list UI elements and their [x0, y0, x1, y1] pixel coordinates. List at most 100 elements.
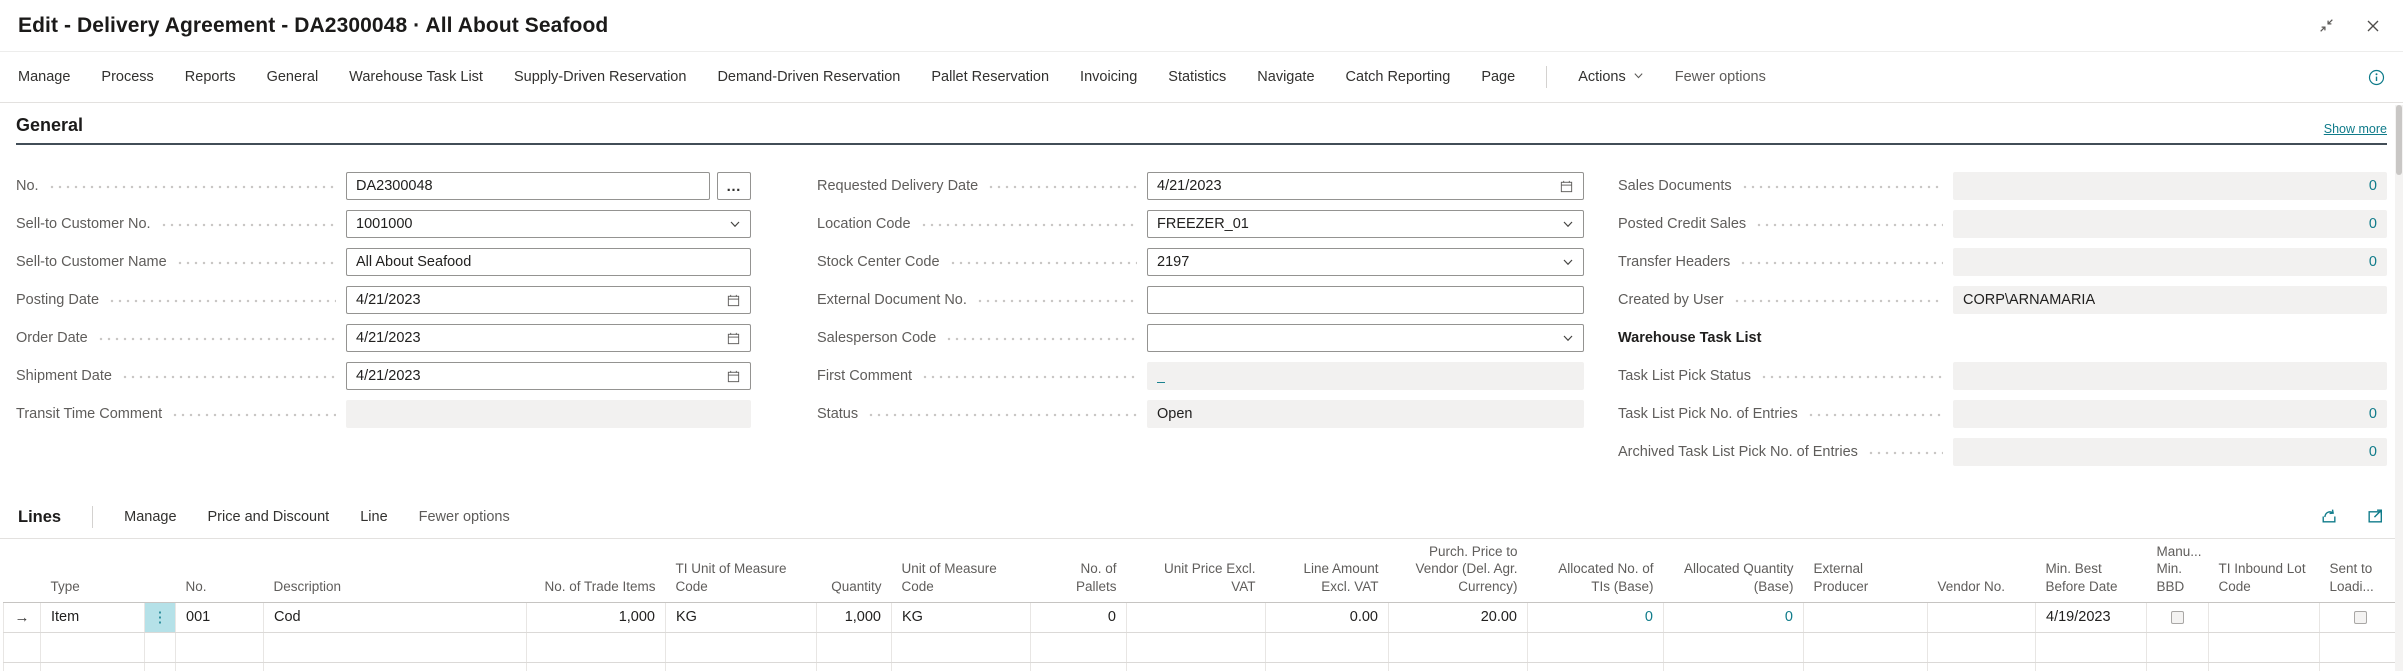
col-no[interactable]: No.	[176, 539, 264, 602]
sell-to-customer-name-input[interactable]: All About Seafood	[346, 248, 751, 276]
menu-invoicing[interactable]: Invoicing	[1080, 69, 1137, 85]
sales-documents-drilldown[interactable]: 0	[1953, 172, 2387, 200]
col-description[interactable]: Description	[264, 539, 527, 602]
transfer-headers-drilldown[interactable]: 0	[1953, 248, 2387, 276]
sell-to-customer-no-input[interactable]: 1001000	[346, 210, 751, 238]
menu-general[interactable]: General	[267, 69, 319, 85]
line-row-1: → Item ⋮ 001 Cod 1,000 KG 1,000 KG 0 0.0…	[4, 602, 2401, 632]
lines-menu-line[interactable]: Line	[360, 509, 387, 525]
menu-statistics[interactable]: Statistics	[1168, 69, 1226, 85]
vertical-scrollbar[interactable]	[2395, 105, 2403, 671]
actions-dropdown-button[interactable]: Actions	[1578, 69, 1644, 85]
col-allocated-quantity-base[interactable]: Allocated Quantity (Base)	[1664, 539, 1804, 602]
collapse-window-icon[interactable]	[2318, 17, 2335, 34]
lines-menu-manage[interactable]: Manage	[124, 509, 176, 525]
no-input[interactable]: DA2300048	[346, 172, 710, 200]
chevron-down-icon[interactable]	[1556, 332, 1574, 344]
menu-warehouse-task-list[interactable]: Warehouse Task List	[349, 69, 483, 85]
scrollbar-thumb[interactable]	[2396, 105, 2402, 175]
posted-credit-sales-drilldown[interactable]: 0	[1953, 210, 2387, 238]
menu-catch-reporting[interactable]: Catch Reporting	[1346, 69, 1451, 85]
cell-allocated-quantity-base[interactable]: 0	[1664, 602, 1804, 632]
order-date-input[interactable]: 4/21/2023	[346, 324, 751, 352]
info-icon[interactable]	[2368, 69, 2385, 86]
col-type[interactable]: Type	[41, 539, 145, 602]
cell-min-best-before-date[interactable]: 4/19/2023	[2036, 602, 2147, 632]
calendar-icon[interactable]	[720, 293, 741, 308]
cell-unit-price-excl-vat[interactable]	[1127, 602, 1266, 632]
location-code-input[interactable]: FREEZER_01	[1147, 210, 1584, 238]
lines-menu-price-and-discount[interactable]: Price and Discount	[208, 509, 330, 525]
show-more-link[interactable]: Show more	[2324, 122, 2387, 136]
assist-edit-button[interactable]: …	[717, 172, 751, 200]
menu-demand-driven-reservation[interactable]: Demand-Driven Reservation	[717, 69, 900, 85]
col-vendor-no[interactable]: Vendor No.	[1928, 539, 2036, 602]
cell-sent-to-loading[interactable]	[2320, 602, 2401, 632]
empty-line-row[interactable]	[4, 662, 2401, 671]
cell-external-producer[interactable]	[1804, 602, 1928, 632]
col-sent-to-loading[interactable]: Sent to Loadi...	[2320, 539, 2401, 602]
col-no-of-trade-items[interactable]: No. of Trade Items	[527, 539, 666, 602]
menu-page[interactable]: Page	[1481, 69, 1515, 85]
col-ti-inbound-lot-code[interactable]: TI Inbound Lot Code	[2209, 539, 2320, 602]
menu-navigate[interactable]: Navigate	[1257, 69, 1314, 85]
calendar-icon[interactable]	[1553, 179, 1574, 194]
salesperson-code-input[interactable]	[1147, 324, 1584, 352]
general-heading[interactable]: General	[16, 115, 83, 136]
fewer-options-button[interactable]: Fewer options	[1675, 69, 1766, 85]
chevron-down-icon[interactable]	[1556, 218, 1574, 230]
menu-manage[interactable]: Manage	[18, 69, 70, 85]
shipment-date-input[interactable]: 4/21/2023	[346, 362, 751, 390]
menu-supply-driven-reservation[interactable]: Supply-Driven Reservation	[514, 69, 686, 85]
close-icon[interactable]	[2365, 18, 2381, 34]
col-quantity[interactable]: Quantity	[817, 539, 892, 602]
cell-ti-unit-of-measure-code[interactable]: KG	[666, 602, 817, 632]
row-selector-cell[interactable]: →	[4, 602, 41, 632]
cell-vendor-no[interactable]	[1928, 602, 2036, 632]
cell-manu-min-bbd[interactable]	[2147, 602, 2209, 632]
col-unit-of-measure-code[interactable]: Unit of Measure Code	[892, 539, 1031, 602]
external-document-no-input[interactable]	[1147, 286, 1584, 314]
manu-min-bbd-checkbox[interactable]	[2171, 611, 2184, 624]
open-in-new-window-icon[interactable]	[2366, 506, 2385, 529]
cell-quantity[interactable]: 1,000	[817, 602, 892, 632]
col-allocated-no-of-tis-base[interactable]: Allocated No. of TIs (Base)	[1528, 539, 1664, 602]
cell-description[interactable]: Cod	[264, 602, 527, 632]
cell-type[interactable]: Item	[41, 602, 145, 632]
first-comment-field[interactable]: _	[1147, 362, 1584, 390]
requested-delivery-date-input[interactable]: 4/21/2023	[1147, 172, 1584, 200]
cell-ti-inbound-lot-code[interactable]	[2209, 602, 2320, 632]
col-manu-min-bbd[interactable]: Manu... Min. BBD	[2147, 539, 2209, 602]
col-min-best-before-date[interactable]: Min. Best Before Date	[2036, 539, 2147, 602]
row-context-menu-button[interactable]: ⋮	[145, 602, 176, 632]
chevron-down-icon[interactable]	[1556, 256, 1574, 268]
cell-no-of-trade-items[interactable]: 1,000	[527, 602, 666, 632]
posting-date-input[interactable]: 4/21/2023	[346, 286, 751, 314]
col-unit-price-excl-vat[interactable]: Unit Price Excl. VAT	[1127, 539, 1266, 602]
lines-fewer-options-button[interactable]: Fewer options	[419, 509, 510, 525]
menu-pallet-reservation[interactable]: Pallet Reservation	[931, 69, 1049, 85]
col-no-of-pallets[interactable]: No. of Pallets	[1031, 539, 1127, 602]
col-line-amount-excl-vat[interactable]: Line Amount Excl. VAT	[1266, 539, 1389, 602]
cell-no-of-pallets[interactable]: 0	[1031, 602, 1127, 632]
col-ti-unit-of-measure-code[interactable]: TI Unit of Measure Code	[666, 539, 817, 602]
cell-unit-of-measure-code[interactable]: KG	[892, 602, 1031, 632]
empty-line-row[interactable]	[4, 632, 2401, 662]
col-external-producer[interactable]: External Producer	[1804, 539, 1928, 602]
calendar-icon[interactable]	[720, 369, 741, 384]
menu-reports[interactable]: Reports	[185, 69, 236, 85]
archived-task-list-pick-entries-drilldown[interactable]: 0	[1953, 438, 2387, 466]
calendar-icon[interactable]	[720, 331, 741, 346]
cell-purch-price-to-vendor[interactable]: 20.00	[1389, 602, 1528, 632]
task-list-pick-entries-drilldown[interactable]: 0	[1953, 400, 2387, 428]
share-icon[interactable]	[2319, 506, 2338, 529]
lines-heading[interactable]: Lines	[18, 508, 61, 527]
cell-allocated-no-of-tis-base[interactable]: 0	[1528, 602, 1664, 632]
col-purch-price-to-vendor[interactable]: Purch. Price to Vendor (Del. Agr. Curren…	[1389, 539, 1528, 602]
stock-center-code-input[interactable]: 2197	[1147, 248, 1584, 276]
menu-process[interactable]: Process	[101, 69, 153, 85]
chevron-down-icon[interactable]	[723, 218, 741, 230]
cell-no[interactable]: 001	[176, 602, 264, 632]
sent-to-loading-checkbox[interactable]	[2354, 611, 2367, 624]
cell-line-amount-excl-vat[interactable]: 0.00	[1266, 602, 1389, 632]
